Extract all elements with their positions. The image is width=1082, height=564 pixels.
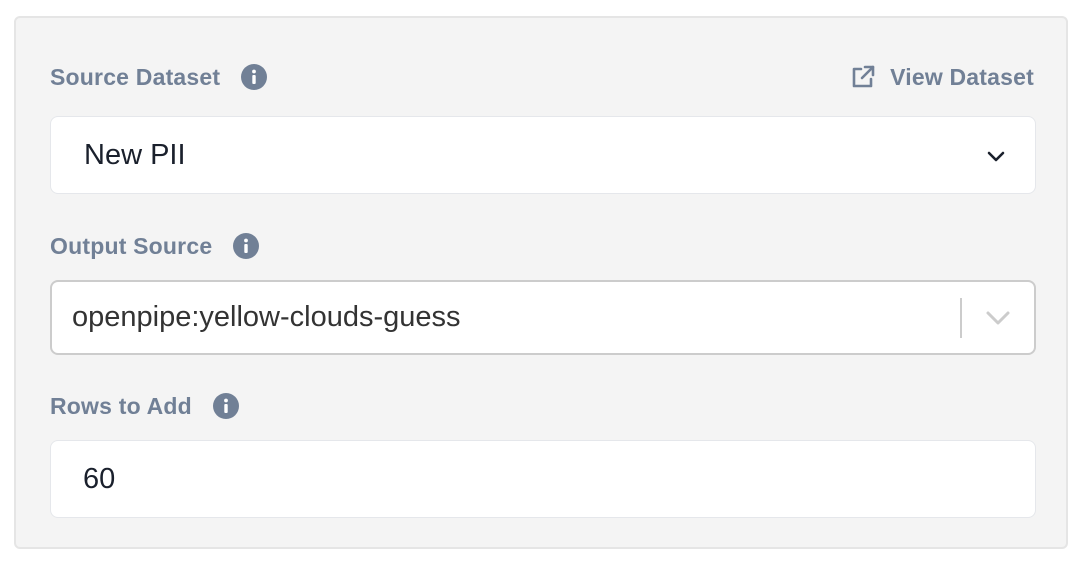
rows-to-add-label-row: Rows to Add xyxy=(50,391,240,421)
output-source-label: Output Source xyxy=(50,232,213,259)
dataset-form-panel: Source Dataset View Dataset New PII Outp… xyxy=(14,16,1068,549)
rows-to-add-label: Rows to Add xyxy=(50,392,192,419)
indicator-separator xyxy=(960,298,962,338)
output-source-value: openpipe:yellow-clouds-guess xyxy=(72,301,461,333)
info-circle-icon[interactable] xyxy=(232,232,260,260)
chevron-down-icon xyxy=(987,151,1005,162)
source-dataset-select[interactable]: New PII xyxy=(50,116,1036,194)
rows-to-add-input[interactable] xyxy=(50,440,1036,518)
source-dataset-value: New PII xyxy=(84,138,186,171)
view-dataset-label: View Dataset xyxy=(890,63,1034,90)
source-dataset-label: Source Dataset xyxy=(50,63,221,90)
output-source-label-row: Output Source xyxy=(50,231,260,261)
view-dataset-link[interactable]: View Dataset xyxy=(850,62,1034,92)
source-dataset-label-row: Source Dataset xyxy=(50,62,268,92)
external-link-icon xyxy=(852,65,875,88)
output-source-combobox[interactable]: openpipe:yellow-clouds-guess xyxy=(50,280,1036,355)
info-circle-icon[interactable] xyxy=(212,392,240,420)
chevron-down-icon[interactable] xyxy=(984,307,1012,329)
info-circle-icon[interactable] xyxy=(240,63,268,91)
